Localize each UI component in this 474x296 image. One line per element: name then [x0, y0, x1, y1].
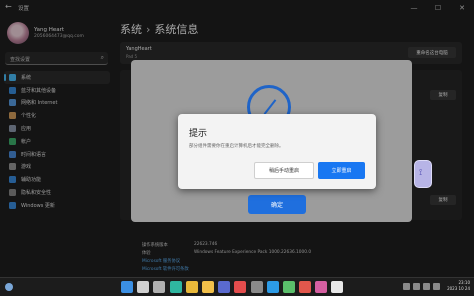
dialog-message: 部分组件需要你在重启计算机后才能完全删除。: [189, 144, 284, 149]
floating-assistant-handle[interactable]: ⟟: [414, 160, 432, 188]
pin-icon: ⟟: [419, 168, 423, 178]
restart-later-button[interactable]: 稍后手动重启: [254, 162, 314, 179]
restart-now-button[interactable]: 立即重启: [318, 162, 365, 179]
restart-prompt-dialog: 提示 部分组件需要你在重启计算机后才能完全删除。 稍后手动重启 立即重启: [178, 114, 376, 189]
chrome-icon[interactable]: [185, 281, 198, 293]
confirm-button[interactable]: 确定: [248, 195, 306, 214]
search-icon[interactable]: [137, 281, 150, 293]
app-icon[interactable]: [331, 281, 344, 293]
chevron-up-icon[interactable]: [403, 283, 410, 290]
task-view-icon[interactable]: [153, 281, 166, 293]
clock-date: 2023 10 24: [447, 286, 470, 291]
app-icon[interactable]: [299, 281, 312, 293]
app-icon[interactable]: [315, 281, 328, 293]
taskbar-apps: [121, 281, 348, 293]
taskbar: 23:10 2023 10 24: [0, 277, 474, 296]
store-icon[interactable]: [234, 281, 247, 293]
wifi-icon[interactable]: [413, 283, 420, 290]
dialog-title: 提示: [189, 129, 208, 139]
settings-window: ← 设置 — ☐ ✕ Yang Heart 2056064473@qq.com …: [0, 0, 474, 277]
photos-icon[interactable]: [218, 281, 231, 293]
clock[interactable]: 23:10 2023 10 24: [447, 280, 470, 292]
explorer-icon[interactable]: [201, 281, 214, 293]
system-tray: [400, 283, 440, 290]
start-icon[interactable]: [121, 281, 133, 293]
volume-icon[interactable]: [423, 283, 430, 290]
app-icon[interactable]: [282, 281, 295, 293]
weather-icon[interactable]: [4, 282, 14, 292]
battery-icon[interactable]: [433, 283, 440, 290]
edge-icon[interactable]: [169, 281, 182, 293]
qq-icon[interactable]: [266, 281, 279, 293]
settings-icon[interactable]: [250, 281, 263, 293]
